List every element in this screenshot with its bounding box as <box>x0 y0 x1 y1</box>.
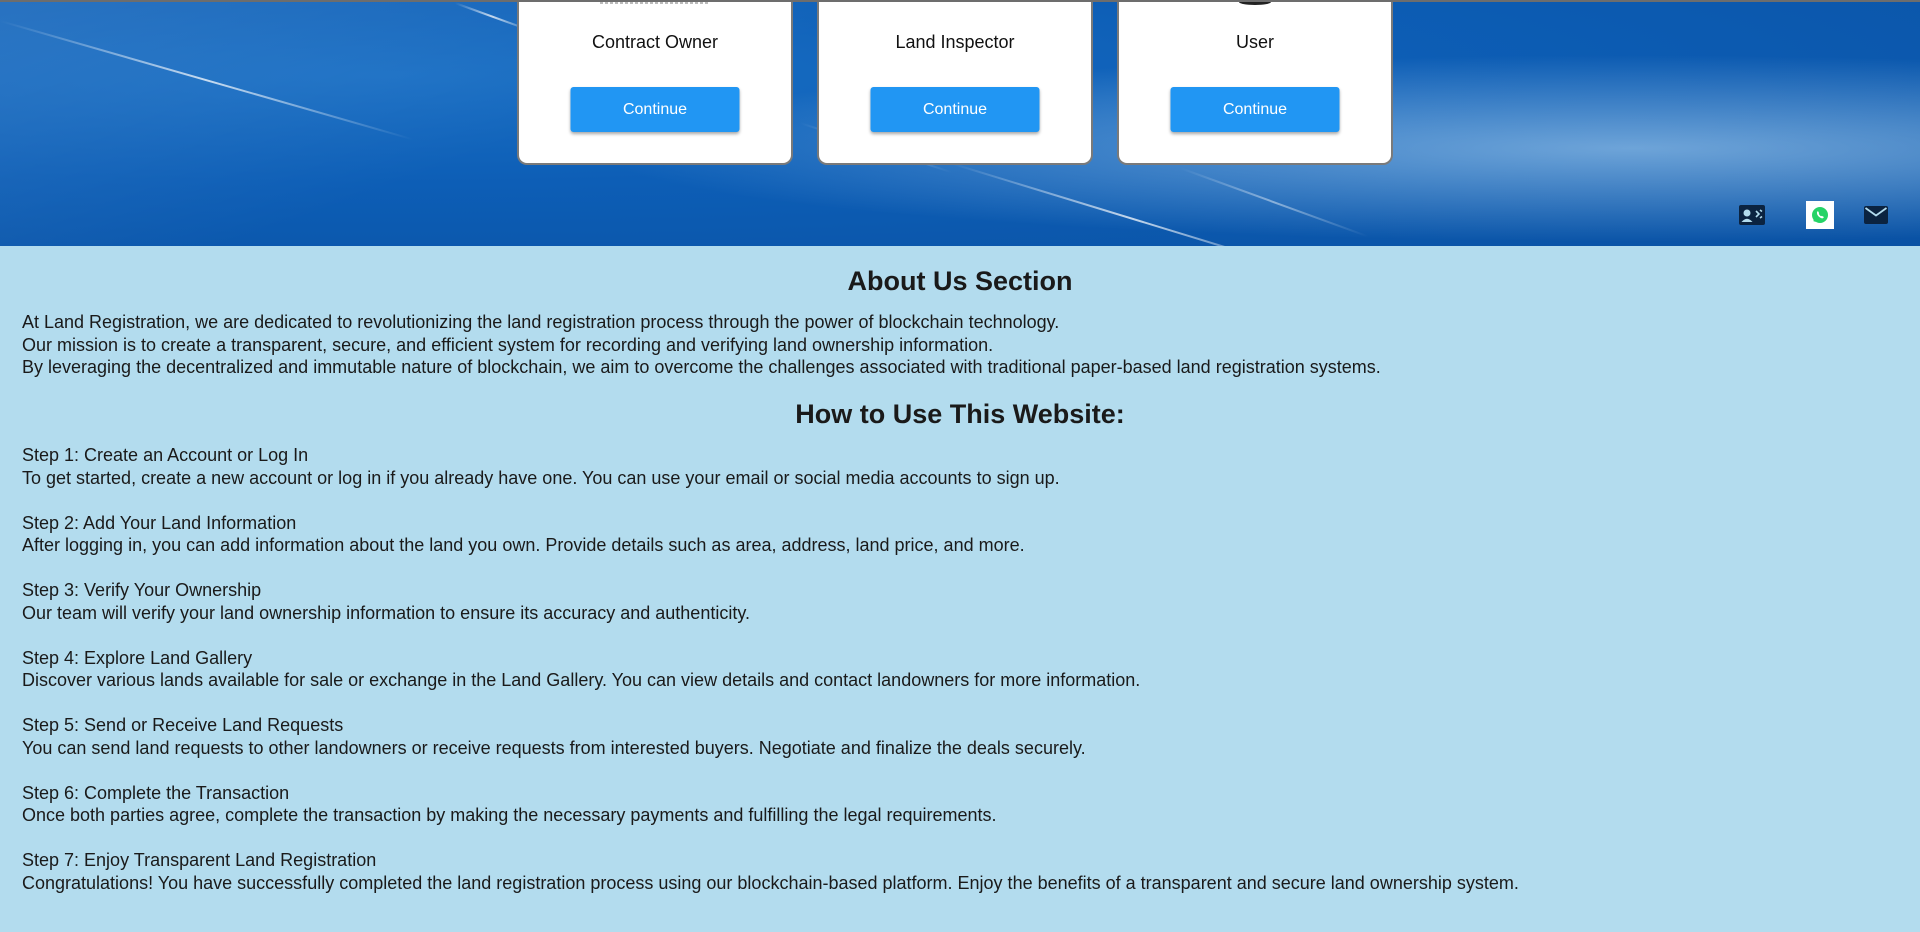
content-area: About Us Section At Land Registration, w… <box>0 246 1920 932</box>
continue-button[interactable]: Continue <box>570 87 740 132</box>
step-text: To get started, create a new account or … <box>22 467 1060 488</box>
about-line: Our mission is to create a transparent, … <box>22 334 994 355</box>
step-heading: Step 6: Complete the Transaction <box>22 782 290 803</box>
continue-button[interactable]: Continue <box>870 87 1040 132</box>
step-item: Step 3: Verify Your Ownership Our team w… <box>22 579 1519 624</box>
step-item: Step 5: Send or Receive Land Requests Yo… <box>22 714 1519 759</box>
about-us-heading: About Us Section <box>847 266 1073 296</box>
mail-icon[interactable] <box>1862 201 1890 229</box>
step-item: Step 7: Enjoy Transparent Land Registrat… <box>22 849 1519 894</box>
sky-contrail <box>1179 167 1369 238</box>
step-heading: Step 4: Explore Land Gallery <box>22 647 253 668</box>
step-item: Step 4: Explore Land Gallery Discover va… <box>22 647 1519 692</box>
how-to-use-heading: How to Use This Website: <box>795 399 1125 429</box>
whatsapp-icon[interactable] <box>1806 201 1834 229</box>
user-image <box>1239 2 1271 5</box>
role-cards: Contract Owner Continue Land Inspector C… <box>517 2 1393 165</box>
role-card-land-inspector: Land Inspector Continue <box>817 2 1093 165</box>
hero-banner: Contract Owner Continue Land Inspector C… <box>0 0 1920 246</box>
step-text: After logging in, you can add informatio… <box>22 535 1025 555</box>
social-links <box>1738 201 1890 229</box>
step-text: Once both parties agree, complete the tr… <box>22 805 997 825</box>
step-item: Step 2: Add Your Land Information After … <box>22 512 1519 557</box>
continue-button[interactable]: Continue <box>1170 87 1340 132</box>
role-title: Contract Owner <box>591 32 719 52</box>
step-item: Step 6: Complete the Transaction Once bo… <box>22 782 1519 827</box>
role-title: User <box>1235 32 1274 52</box>
sky-contrail <box>0 20 414 141</box>
role-card-contract-owner: Contract Owner Continue <box>517 2 793 165</box>
step-heading: Step 7: Enjoy Transparent Land Registrat… <box>22 850 377 870</box>
step-text: You can send land requests to other land… <box>22 737 1086 758</box>
step-text: Discover various lands available for sal… <box>22 670 1141 690</box>
step-heading: Step 1: Create an Account or Log In <box>22 445 309 465</box>
sky-contrail <box>949 162 1314 246</box>
contract-owner-image <box>600 2 710 4</box>
about-us-text: At Land Registration, we are dedicated t… <box>22 311 1381 379</box>
step-heading: Step 5: Send or Receive Land Requests <box>22 715 344 735</box>
steps-list: Step 1: Create an Account or Log In To g… <box>22 444 1519 917</box>
step-heading: Step 3: Verify Your Ownership <box>22 580 262 600</box>
about-line: By leveraging the decentralized and immu… <box>22 357 1381 377</box>
step-text: Our team will verify your land ownership… <box>22 602 750 623</box>
step-item: Step 1: Create an Account or Log In To g… <box>22 444 1519 489</box>
step-text: Congratulations! You have successfully c… <box>22 872 1519 893</box>
step-heading: Step 2: Add Your Land Information <box>22 512 297 533</box>
role-title: Land Inspector <box>895 32 1015 52</box>
about-line: At Land Registration, we are dedicated t… <box>22 312 1060 332</box>
contact-card-icon[interactable] <box>1738 201 1766 229</box>
role-card-user: User Continue <box>1117 2 1393 165</box>
